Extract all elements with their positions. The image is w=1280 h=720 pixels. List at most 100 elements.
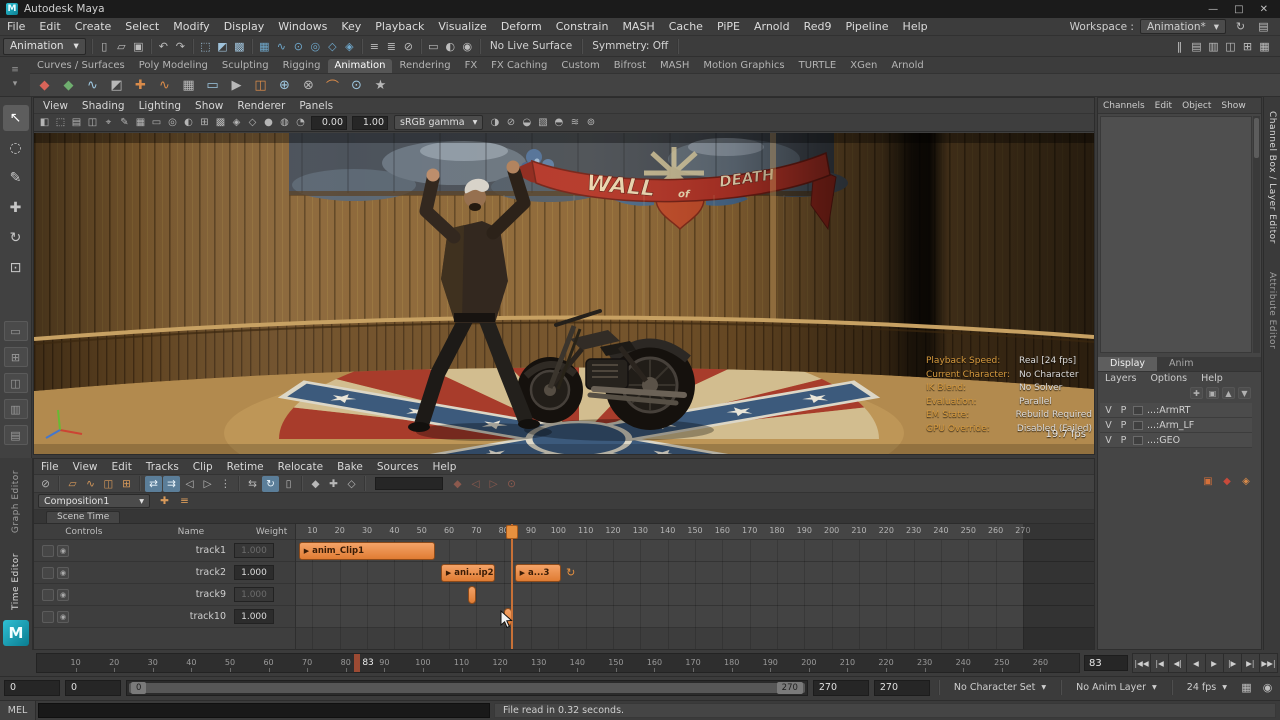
channel-list-empty[interactable] <box>1100 116 1252 353</box>
track-solo-toggle[interactable]: ◉ <box>57 566 69 579</box>
dock-tab-attribute-editor[interactable]: Attribute Editor <box>1267 272 1277 349</box>
maya-logo-icon[interactable]: M <box>3 620 29 646</box>
viewport-menu-renderer[interactable]: Renderer <box>230 100 292 112</box>
track-row-track10[interactable]: ◉ track10 1.000 <box>34 606 295 628</box>
viewport-menu-lighting[interactable]: Lighting <box>132 100 188 112</box>
anim-prefs-icon[interactable]: ◉ <box>1259 679 1276 696</box>
layer-tab-display[interactable]: Display <box>1098 357 1158 371</box>
channel-box-menu-show[interactable]: Show <box>1216 101 1250 111</box>
anti-aliasing-icon[interactable]: ⊚ <box>583 115 598 130</box>
camera-attributes-icon[interactable]: ⬚ <box>53 115 68 130</box>
resolution-gate-icon[interactable]: ◎ <box>165 115 180 130</box>
track-solo-toggle[interactable]: ◉ <box>57 588 69 601</box>
playback-start-field[interactable]: 0 <box>65 679 121 696</box>
exposure-field[interactable]: 0.00 <box>311 115 347 130</box>
shadows-icon[interactable]: ▧ <box>535 115 550 130</box>
time-editor-menu-view[interactable]: View <box>66 461 105 473</box>
new-empty-layer-icon[interactable]: ✚ <box>1190 387 1203 399</box>
ghost-settings-icon[interactable]: ⊙ <box>503 476 520 492</box>
close-button[interactable]: ✕ <box>1260 4 1268 15</box>
snap-projected-center-icon[interactable]: ◎ <box>307 38 324 55</box>
layer-color-swatch[interactable] <box>1133 420 1143 430</box>
move-layer-down-icon[interactable]: ▼ <box>1238 387 1251 399</box>
command-language-selector[interactable]: MEL <box>0 701 36 720</box>
menu-visualize[interactable]: Visualize <box>431 20 493 33</box>
time-editor-menu-relocate[interactable]: Relocate <box>271 461 330 473</box>
textured-icon[interactable]: ◍ <box>277 115 292 130</box>
layer-menu-options[interactable]: Options <box>1143 373 1194 386</box>
shelf-tab-bifrost[interactable]: Bifrost <box>607 59 653 73</box>
shelf-tab-mash[interactable]: MASH <box>653 59 696 73</box>
track-weight-field[interactable]: 1.000 <box>234 565 274 580</box>
xray-joints-icon[interactable]: ⊘ <box>503 115 518 130</box>
scale-tool[interactable]: ⊡ <box>3 255 29 281</box>
step-forward-frame-button[interactable]: ▶| <box>1241 653 1260 673</box>
constraint-icon[interactable]: ⊗ <box>298 75 319 96</box>
mute-key-icon[interactable]: ◇ <box>343 476 360 492</box>
shelf-tab-turtle[interactable]: TURTLE <box>792 59 844 73</box>
go-to-start-button[interactable]: |◀◀ <box>1132 653 1152 673</box>
motion-trail-icon[interactable]: ∿ <box>82 75 103 96</box>
channel-box-menu-object[interactable]: Object <box>1177 101 1216 111</box>
layer-visibility-toggle[interactable]: V <box>1103 420 1114 431</box>
layout-custom[interactable]: ▤ <box>3 425 28 445</box>
track-weight-field[interactable]: 1.000 <box>234 609 274 624</box>
layer-visibility-toggle[interactable]: V <box>1103 405 1114 416</box>
ripple-mode-icon[interactable]: ⇉ <box>163 475 180 492</box>
razor-icon[interactable]: ⋮ <box>217 476 234 492</box>
lasso-select-tool[interactable]: ◌ <box>3 135 29 161</box>
layer-visibility-toggle[interactable]: V <box>1103 435 1114 446</box>
ghost-previous-icon[interactable]: ◁ <box>467 476 484 492</box>
clip-loop-icon[interactable]: ↻ <box>564 566 577 579</box>
time-editor-menu-bake[interactable]: Bake <box>330 461 370 473</box>
make-live-icon[interactable]: ◈ <box>341 38 358 55</box>
shelf-tab-xgen[interactable]: XGen <box>843 59 884 73</box>
playback-end-field[interactable]: 270 <box>812 679 869 696</box>
shelf-tab-sculpting[interactable]: Sculpting <box>215 59 276 73</box>
layer-row-geo[interactable]: V P ...:GEO <box>1100 433 1252 448</box>
layer-menu-help[interactable]: Help <box>1194 373 1230 386</box>
select-hierarchy-mask-icon[interactable]: ⬚ <box>197 38 214 55</box>
range-slider[interactable]: 0 270 <box>126 679 808 696</box>
shelf-tab-fx[interactable]: FX <box>458 59 485 73</box>
menu-constrain[interactable]: Constrain <box>549 20 616 33</box>
bookmarks-icon[interactable]: ▤ <box>69 115 84 130</box>
character-set-selector[interactable]: No Character Set ▾ <box>948 680 1052 696</box>
viewport-menu-shading[interactable]: Shading <box>75 100 132 112</box>
go-to-end-button[interactable]: ▶▶| <box>1259 653 1278 673</box>
snap-view-plane-icon[interactable]: ◇ <box>324 38 341 55</box>
key-clip-icon[interactable]: ◆ <box>307 476 324 492</box>
layer-row-arm-lf[interactable]: V P ...:Arm_LF <box>1100 418 1252 433</box>
menu-windows[interactable]: Windows <box>271 20 334 33</box>
animation-start-field[interactable]: 0 <box>4 679 60 696</box>
time-editor-ruler[interactable]: 10 20 30 40 50 60 70 80 90 100 110 120 130 140 150 160 1… <box>296 524 1094 540</box>
menu-pipe[interactable]: PiPE <box>710 20 747 33</box>
snap-curve-icon[interactable]: ∿ <box>273 38 290 55</box>
trim-start-icon[interactable]: ◁ <box>181 476 198 492</box>
gamma-field[interactable]: 1.00 <box>352 115 388 130</box>
save-scene-icon[interactable]: ▣ <box>130 38 147 55</box>
time-editor-menu-edit[interactable]: Edit <box>105 461 139 473</box>
film-gate-icon[interactable]: ▭ <box>149 115 164 130</box>
menu-modify[interactable]: Modify <box>166 20 216 33</box>
menu-deform[interactable]: Deform <box>494 20 549 33</box>
two-d-pan-zoom-icon[interactable]: ⌖ <box>101 115 116 130</box>
sidebar-channel-box-icon[interactable]: ◫ <box>1222 38 1239 55</box>
viewport-canvas[interactable]: WALL of DEATH ★★★★★★★★★★★★ <box>34 133 1094 454</box>
new-layer-from-selected-icon[interactable]: ▣ <box>1206 387 1219 399</box>
graph-editor-icon[interactable]: ∿ <box>154 75 175 96</box>
add-audio-clip-icon[interactable]: ∿ <box>82 476 99 492</box>
time-editor-menu-file[interactable]: File <box>34 461 66 473</box>
menu-pipeline[interactable]: Pipeline <box>838 20 895 33</box>
pause-evaluation-icon[interactable]: ‖ <box>1171 38 1188 55</box>
layout-persp-outliner[interactable]: ▥ <box>3 399 28 419</box>
grid-icon[interactable]: ▦ <box>133 115 148 130</box>
layer-menu-layers[interactable]: Layers <box>1098 373 1143 386</box>
step-forward-key-button[interactable]: |▶ <box>1223 653 1242 673</box>
new-composition-icon[interactable]: ✚ <box>156 493 173 509</box>
isolate-select-icon[interactable]: ◒ <box>519 115 534 130</box>
rotate-tool[interactable]: ↻ <box>3 225 29 251</box>
move-layer-up-icon[interactable]: ▲ <box>1222 387 1235 399</box>
playhead-handle[interactable] <box>505 525 518 539</box>
clip-ani-ip2[interactable]: ▶ ani...ip2 <box>440 564 496 582</box>
